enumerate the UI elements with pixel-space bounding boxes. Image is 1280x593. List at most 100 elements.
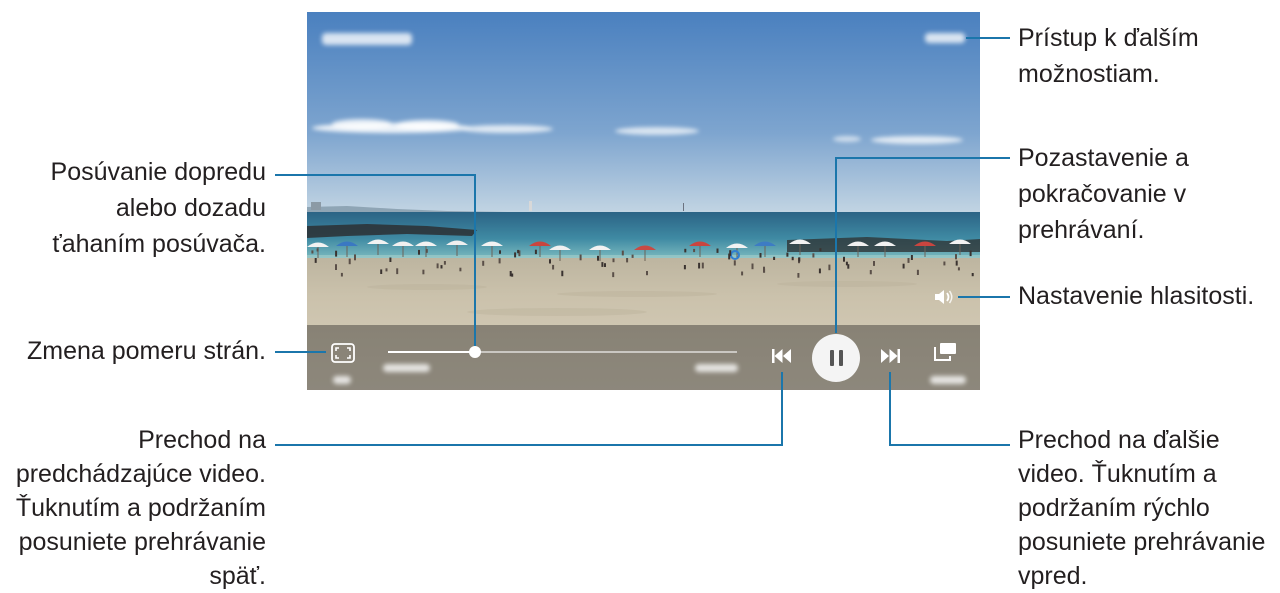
- more-options-button[interactable]: [925, 33, 965, 43]
- beachgoer: [440, 265, 443, 269]
- popup-player-button[interactable]: [933, 342, 957, 362]
- beachgoer: [601, 262, 604, 267]
- beachgoer: [604, 263, 606, 267]
- beachgoer: [741, 271, 744, 276]
- callout-seek: Posúvanie dopredu alebo dozadu ťahaním p…: [50, 158, 266, 258]
- beachgoer: [389, 257, 392, 262]
- beachgoer: [498, 258, 501, 264]
- beachgoer: [511, 273, 514, 277]
- beachgoer: [597, 255, 599, 261]
- beachgoer: [907, 258, 910, 263]
- popup-label-blurred: [930, 376, 966, 384]
- beachgoer: [425, 249, 428, 253]
- beachgoer: [422, 269, 425, 275]
- skip-previous-icon: [772, 349, 791, 363]
- beachgoer: [443, 261, 446, 265]
- beachgoer: [759, 253, 762, 258]
- video-surface[interactable]: [307, 12, 980, 390]
- beachgoer: [873, 261, 875, 266]
- beachgoer: [943, 261, 946, 266]
- beachgoer: [902, 263, 905, 269]
- distant-pole: [683, 203, 684, 211]
- beachgoer: [517, 249, 520, 254]
- beachgoer: [693, 248, 696, 253]
- beachgoer: [631, 254, 634, 258]
- beachgoer: [869, 270, 872, 275]
- seek-bar-fill: [388, 351, 476, 353]
- beachgoer: [482, 260, 485, 266]
- beachgoer: [311, 250, 314, 254]
- callout-pause-resume: Pozastavenie a pokračovanie v prehrávaní…: [1018, 144, 1189, 244]
- beachgoer: [314, 258, 317, 263]
- beachgoer: [354, 254, 356, 261]
- beachgoer: [819, 248, 822, 252]
- beachgoer: [561, 270, 564, 277]
- beachgoer: [626, 258, 629, 263]
- next-video-button[interactable]: [880, 349, 900, 363]
- beachgoer: [916, 269, 919, 275]
- beachgoer: [621, 250, 624, 256]
- beachgoer: [612, 272, 615, 278]
- beachgoer: [791, 256, 794, 261]
- beachgoer: [646, 271, 648, 276]
- beachgoer: [955, 260, 958, 266]
- callout-more-options: Prístup k ďalším možnostiam.: [1018, 24, 1199, 88]
- status-text-blurred: [333, 376, 351, 384]
- beachgoer: [818, 268, 821, 274]
- beachgoer: [459, 267, 462, 272]
- beachgoer: [612, 258, 615, 263]
- aspect-ratio-icon: [331, 343, 355, 363]
- skip-next-icon: [881, 349, 900, 363]
- callout-volume: Nastavenie hlasitosti.: [1018, 282, 1255, 310]
- lighthouse: [529, 201, 532, 211]
- beachgoer: [957, 267, 960, 271]
- beachgoer: [798, 257, 801, 262]
- beachgoer: [751, 263, 754, 270]
- beachgoer: [698, 262, 701, 269]
- beachgoer: [786, 252, 789, 257]
- pause-button[interactable]: [812, 334, 860, 382]
- beachgoer: [514, 252, 517, 258]
- beachgoer: [335, 264, 337, 270]
- callout-previous-video: Prechod na predchádzajúce video. Ťuknutí…: [15, 426, 266, 590]
- aspect-ratio-button[interactable]: [331, 343, 355, 363]
- volume-button[interactable]: [934, 288, 956, 306]
- beachgoer: [340, 272, 343, 277]
- beachgoer: [534, 249, 537, 255]
- video-title-blurred: [322, 33, 412, 45]
- beachgoer: [955, 254, 957, 260]
- seek-bar[interactable]: [388, 346, 737, 358]
- beachgoer: [552, 264, 555, 270]
- total-time-blurred: [695, 364, 738, 372]
- sea: [307, 212, 980, 260]
- beachgoer: [316, 248, 319, 252]
- callout-next-video: Prechod na ďalšie video. Ťuknutím a podr…: [1018, 426, 1266, 590]
- beachgoer: [969, 250, 972, 257]
- beachgoer: [828, 264, 831, 271]
- popup-player-icon: [934, 343, 956, 361]
- beachgoer: [396, 268, 399, 275]
- beachgoer: [797, 273, 800, 278]
- beachgoer: [683, 265, 686, 270]
- beachgoer: [549, 259, 551, 264]
- beachgoer: [773, 256, 776, 260]
- beachgoer: [684, 248, 687, 253]
- beachgoer: [579, 254, 582, 261]
- pause-icon: [829, 350, 843, 366]
- beachgoer: [499, 250, 501, 254]
- beachgoer: [763, 268, 766, 273]
- beachgoer: [716, 248, 719, 253]
- beachgoer: [847, 264, 850, 269]
- beachgoer: [418, 249, 420, 255]
- distant-building: [311, 202, 321, 210]
- beachgoer: [348, 258, 351, 265]
- elapsed-time-blurred: [383, 364, 430, 372]
- beachgoer: [701, 262, 704, 269]
- beachgoer: [910, 255, 913, 260]
- beachgoer: [728, 253, 731, 260]
- beachgoer: [812, 253, 815, 258]
- beachgoer: [335, 250, 338, 257]
- beachgoer: [733, 260, 736, 266]
- beachgoer: [436, 263, 439, 269]
- previous-video-button[interactable]: [772, 349, 792, 363]
